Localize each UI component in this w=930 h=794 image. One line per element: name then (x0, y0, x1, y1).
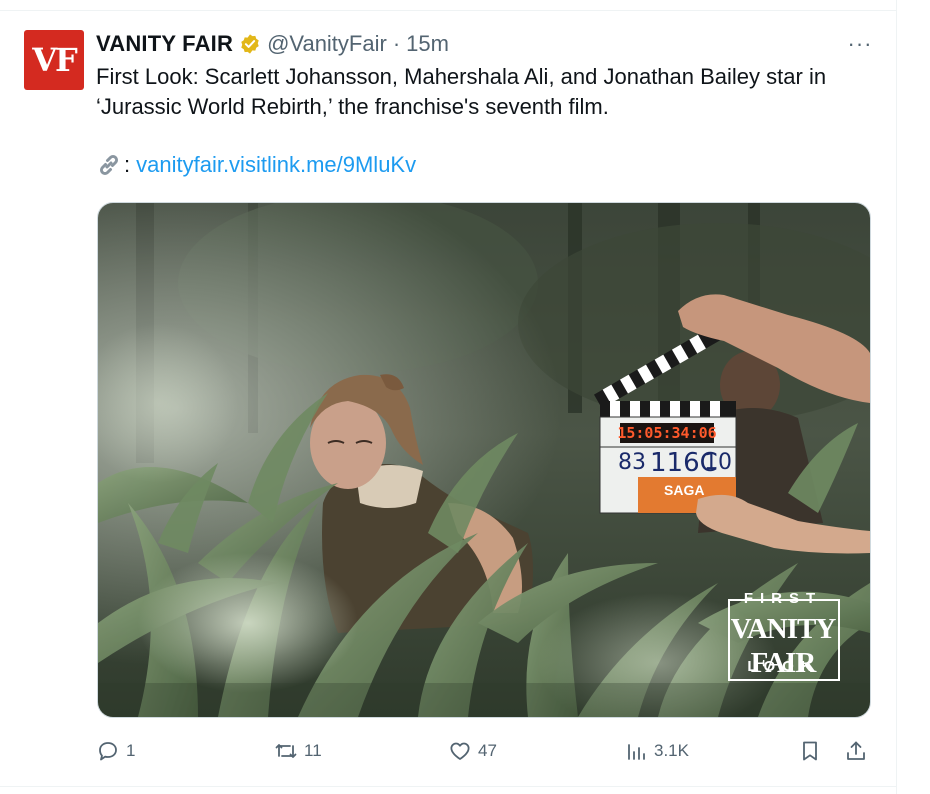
share-button[interactable] (844, 734, 868, 768)
watermark-bottom-text: LOOK (747, 658, 819, 675)
watermark-top-text: FIRST (743, 590, 823, 607)
post-text: First Look: Scarlett Johansson, Mahersha… (96, 62, 876, 122)
clapper-roll: 83 (618, 450, 646, 475)
post-link[interactable]: vanityfair.visitlink.me/9MluKv (136, 152, 416, 178)
bottom-divider (0, 786, 896, 787)
views-button[interactable]: 3.1K (624, 734, 689, 768)
display-name[interactable]: VANITY FAIR (96, 31, 233, 57)
like-count: 47 (478, 741, 497, 760)
column-divider (896, 0, 897, 794)
separator-dot: · (392, 31, 401, 56)
post-media-image[interactable]: 15:05:34:06 83 116C 10 SAGA FIRST VANITY… (97, 202, 871, 718)
post-actions: 1 11 47 3.1K (96, 734, 876, 768)
post-link-line: : vanityfair.visitlink.me/9MluKv (96, 150, 416, 180)
handle[interactable]: @VanityFair (267, 31, 387, 57)
clapper-timecode: 15:05:34:06 (617, 424, 716, 442)
link-colon: : (124, 152, 131, 177)
heart-icon (450, 742, 470, 760)
views-chart-icon (628, 744, 645, 760)
link-emoji-icon (99, 154, 119, 176)
like-button[interactable]: 47 (448, 734, 497, 768)
repost-icon (275, 744, 297, 758)
reply-count: 1 (126, 741, 136, 760)
first-look-watermark: FIRST VANITY FAIR LOOK (728, 590, 840, 690)
more-options-button[interactable]: ··· (840, 30, 880, 58)
repost-button[interactable]: 11 (274, 734, 322, 768)
timestamp[interactable]: 15m (406, 31, 449, 57)
share-icon (847, 741, 865, 760)
bookmark-icon (803, 741, 817, 761)
more-icon: ··· (847, 31, 873, 56)
repost-count: 11 (304, 741, 322, 760)
avatar-text: VF (32, 41, 78, 79)
post-text-line: ‘Jurassic World Rebirth,’ the franchise'… (96, 94, 609, 119)
post-text-line: First Look: Scarlett Johansson, Mahersha… (96, 64, 827, 89)
avatar[interactable]: VF (24, 30, 84, 90)
reply-button[interactable]: 1 (96, 734, 135, 768)
clapper-brand: SAGA (664, 482, 704, 498)
reply-icon (99, 742, 117, 761)
top-divider (0, 10, 896, 11)
clapper-take: 10 (704, 450, 732, 475)
post-header: VANITY FAIR @VanityFair · 15m (96, 30, 449, 58)
bookmark-button[interactable] (798, 734, 822, 768)
view-count: 3.1K (654, 741, 689, 760)
verified-badge-icon[interactable] (239, 33, 261, 55)
